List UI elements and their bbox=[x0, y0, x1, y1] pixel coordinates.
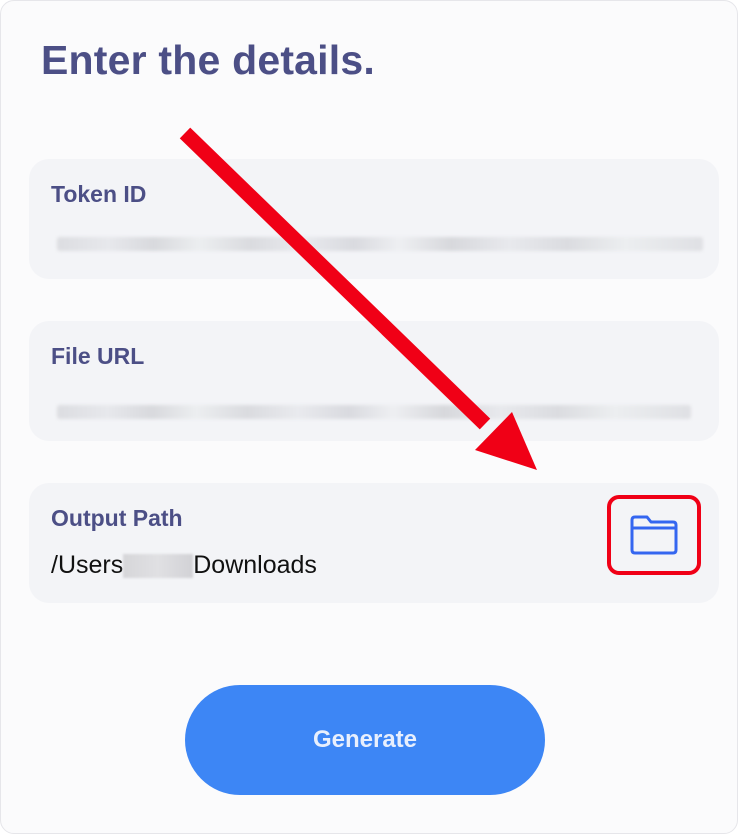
output-path-card: Output Path /Users Downloads bbox=[29, 483, 719, 603]
folder-highlight-box bbox=[607, 495, 701, 575]
output-path-suffix: Downloads bbox=[193, 551, 317, 579]
redacted-username bbox=[123, 554, 194, 578]
file-url-field[interactable] bbox=[57, 405, 691, 419]
file-url-label: File URL bbox=[51, 343, 145, 369]
output-path-label: Output Path bbox=[51, 505, 183, 531]
output-path-prefix: /Users bbox=[51, 551, 124, 579]
page-title: Enter the details. bbox=[41, 37, 375, 83]
token-id-field[interactable] bbox=[57, 237, 703, 251]
token-id-card: Token ID bbox=[29, 159, 719, 279]
app-window: Enter the details. Token ID File URL Out… bbox=[0, 0, 738, 834]
token-id-label: Token ID bbox=[51, 181, 147, 207]
file-url-card: File URL bbox=[29, 321, 719, 441]
folder-icon[interactable] bbox=[629, 514, 679, 556]
output-path-field[interactable]: /Users Downloads bbox=[51, 551, 317, 580]
generate-button[interactable]: Generate bbox=[185, 685, 545, 795]
